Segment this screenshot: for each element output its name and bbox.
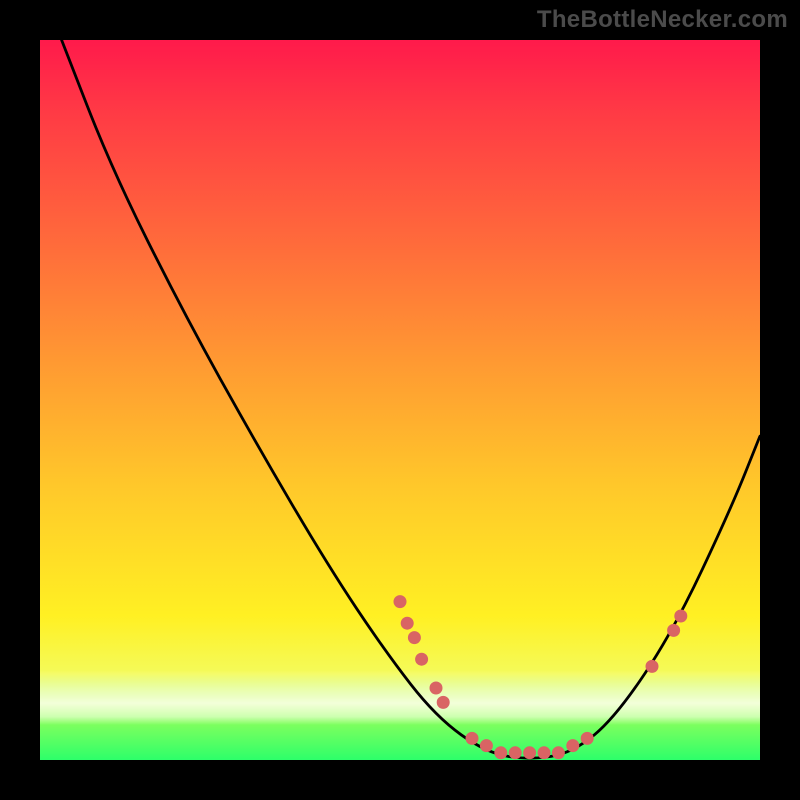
watermark-label: TheBottleNecker.com	[537, 6, 788, 34]
highlight-dot	[394, 596, 406, 608]
highlight-dot	[437, 696, 449, 708]
chart-stage: TheBottleNecker.com	[0, 0, 800, 800]
highlight-dot	[646, 660, 658, 672]
highlight-dot	[416, 653, 428, 665]
highlight-dot	[509, 747, 521, 759]
highlight-dot	[430, 682, 442, 694]
highlight-dot	[581, 732, 593, 744]
highlight-dot	[538, 747, 550, 759]
highlight-dot	[675, 610, 687, 622]
bottleneck-curve	[62, 40, 760, 758]
curve-layer	[40, 40, 760, 760]
highlight-dot	[401, 617, 413, 629]
highlight-dot	[552, 747, 564, 759]
highlight-dot	[567, 740, 579, 752]
highlight-dot	[668, 624, 680, 636]
highlight-dot	[480, 740, 492, 752]
highlight-dot	[524, 747, 536, 759]
highlight-dot	[495, 747, 507, 759]
highlight-dot	[408, 632, 420, 644]
plot-area	[40, 40, 760, 760]
highlight-dot	[466, 732, 478, 744]
